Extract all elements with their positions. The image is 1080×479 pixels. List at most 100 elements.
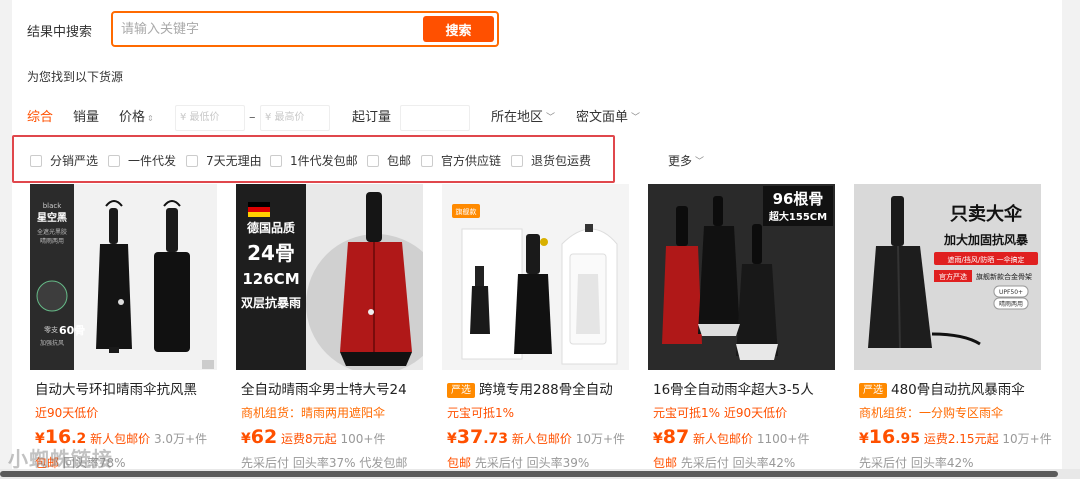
- watermark: 小蜘蛛链接: [8, 447, 113, 471]
- product-subtitle: 近90天低价: [35, 406, 99, 420]
- img-text: 旗舰款: [456, 207, 477, 216]
- img-text: 加大加固抗风暴: [943, 232, 1029, 247]
- img-text: 零支: [44, 325, 58, 334]
- price-line: ¥37.73 新人包邮价 10万+件: [447, 426, 647, 448]
- filter-free-shipping[interactable]: 包邮: [367, 152, 411, 169]
- img-text: 官方严选: [939, 272, 967, 281]
- sort-sales[interactable]: 销量: [73, 104, 99, 132]
- price-min-input[interactable]: ¥ 最低价: [175, 105, 245, 131]
- tag-pay-later: 先采后付: [859, 456, 908, 470]
- filter-label: 分销严选: [50, 154, 99, 168]
- price-max-input[interactable]: ¥ 最高价: [260, 105, 330, 131]
- product-image[interactable]: 96根骨 超大155CM: [648, 184, 835, 370]
- currency-symbol: ¥: [241, 431, 251, 447]
- product-title[interactable]: 自动大号环扣晴雨伞抗风黑: [35, 378, 225, 398]
- sold-count: 10万+件: [575, 432, 626, 446]
- sold-count: 1100+件: [756, 432, 810, 446]
- filter-fenxiao-yanxuan[interactable]: 分销严选: [30, 152, 98, 169]
- price-decimal: .95: [895, 431, 921, 447]
- img-text: 全遮光黑胶: [37, 228, 67, 236]
- yanxuan-badge: 严选: [447, 383, 475, 398]
- img-text: 超大155CM: [768, 210, 827, 223]
- waybill-dropdown[interactable]: 密文面单 ﹀: [576, 104, 640, 133]
- product-title[interactable]: 全自动晴雨伞男士特大号24: [241, 378, 431, 398]
- promo-text: 新人包邮价: [511, 432, 572, 446]
- price-integer: 37: [456, 426, 484, 448]
- product-subtitle: 元宝可抵1% 近90天低价: [653, 404, 843, 421]
- product-image[interactable]: 德国品质 24骨 126CM 双层抗暴雨: [236, 184, 423, 370]
- product-title[interactable]: 严选 跨境专用288骨全自动: [447, 378, 637, 398]
- chevron-down-icon: ﹀: [631, 113, 641, 123]
- filter-label: 7天无理由: [206, 154, 262, 168]
- sold-count: 3.0万+件: [153, 432, 208, 446]
- subtitle-coin: 元宝可抵1%: [653, 406, 721, 420]
- img-text: 德国品质: [247, 220, 295, 235]
- yanxuan-badge: 严选: [859, 383, 887, 398]
- checkbox[interactable]: [186, 154, 198, 167]
- search-box: 搜索: [111, 11, 499, 47]
- horizontal-scrollbar[interactable]: [0, 469, 1080, 479]
- product-title[interactable]: 严选 480骨自动抗风暴雨伞: [859, 378, 1049, 398]
- sort-price[interactable]: 价格 ⇕: [119, 104, 154, 133]
- img-text: UPF50+: [999, 289, 1023, 296]
- chevron-down-icon: ﹀: [546, 113, 556, 123]
- product-subtitle: 商机组货：晴雨两用遮阳伞: [241, 406, 386, 420]
- waybill-label: 密文面单: [576, 110, 629, 125]
- region-dropdown[interactable]: 所在地区 ﹀: [491, 104, 555, 133]
- more-filters-button[interactable]: 更多 ﹀: [668, 152, 704, 169]
- filter-official-supply[interactable]: 官方供应链: [421, 152, 501, 169]
- checkbox[interactable]: [270, 154, 282, 167]
- checkbox[interactable]: [30, 154, 42, 167]
- img-text: 晴雨两用: [999, 300, 1023, 308]
- sort-bar: 综合 销量 价格 ⇕ ¥ 最低价 – ¥ 最高价 起订量 所在地区 ﹀ 密文面单 ﹀: [27, 104, 1057, 132]
- img-text: 双层抗暴雨: [241, 295, 301, 310]
- filter-1piece-free-shipping[interactable]: 1件代发包邮: [270, 152, 358, 169]
- product-title-text: 480骨自动抗风暴雨伞: [891, 382, 1025, 398]
- currency-symbol: ¥: [653, 431, 663, 447]
- filter-return-shipping[interactable]: 退货包运费: [511, 152, 591, 169]
- scrollbar-thumb[interactable]: [0, 471, 1058, 477]
- img-text: black: [43, 202, 63, 210]
- filter-7day-return[interactable]: 7天无理由: [186, 152, 262, 169]
- product-image[interactable]: 旗舰款: [442, 184, 629, 370]
- moq-input[interactable]: [400, 105, 470, 131]
- checkbox[interactable]: [108, 154, 120, 167]
- tag-pay-later: 先采后付: [241, 456, 290, 470]
- img-text: 126CM: [242, 270, 299, 288]
- sold-count: 100+件: [340, 432, 386, 446]
- checkbox[interactable]: [367, 154, 379, 167]
- filter-label: 一件代发: [128, 154, 177, 168]
- results-panel: 结果中搜索 搜索 为您找到以下货源 综合 销量 价格⇕ ¥ 最低价 – ¥ 最高…: [12, 0, 1062, 479]
- price-integer: 87: [662, 426, 690, 448]
- product-subtitle: 商机组货：一分购专区雨伞: [859, 406, 1004, 420]
- subtitle-low-price: 近90天低价: [723, 406, 788, 420]
- filter-yijian-daifa[interactable]: 一件代发: [108, 152, 176, 169]
- checkbox[interactable]: [421, 154, 433, 167]
- product-image[interactable]: black 星空黑 全遮光黑胶 晴雨两用 零支 60骨 加强抗风: [30, 184, 217, 370]
- filter-label: 官方供应链: [441, 154, 502, 168]
- product-title[interactable]: 16骨全自动雨伞超大3-5人: [653, 378, 843, 398]
- img-text: 24骨: [247, 241, 295, 265]
- sort-comprehensive[interactable]: 综合: [27, 104, 53, 132]
- tag-info: 先采后付 回头率42%: [680, 456, 796, 470]
- price-decimal: .73: [483, 431, 509, 447]
- price-line: ¥62 运费8元起 100+件: [241, 426, 441, 448]
- promo-text: 运费2.15元起: [923, 432, 999, 446]
- price-integer: 62: [250, 426, 278, 448]
- filter-label: 退货包运费: [531, 154, 592, 168]
- results-heading: 为您找到以下货源: [27, 70, 124, 84]
- promo-text: 运费8元起: [281, 432, 337, 446]
- region-label: 所在地区: [491, 110, 544, 125]
- sold-count: 10万+件: [1002, 432, 1052, 446]
- search-button[interactable]: 搜索: [423, 16, 494, 42]
- filter-label: 1件代发包邮: [290, 154, 358, 168]
- img-text: 加强抗风: [40, 339, 64, 347]
- search-input[interactable]: [121, 20, 411, 38]
- tag-info: 回头率42%: [910, 456, 974, 470]
- checkbox[interactable]: [511, 154, 523, 167]
- img-text: 96根骨: [773, 190, 824, 208]
- price-line: ¥16.95 运费2.15元起 10万+件: [859, 426, 1059, 448]
- img-text: 60骨: [59, 324, 85, 337]
- promo-text: 新人包邮价: [693, 432, 754, 446]
- product-image[interactable]: 只卖大伞 加大加固抗风暴 遮雨/挡风/防晒 一伞搞定 官方严选 旗舰新款合金骨架…: [854, 184, 1041, 370]
